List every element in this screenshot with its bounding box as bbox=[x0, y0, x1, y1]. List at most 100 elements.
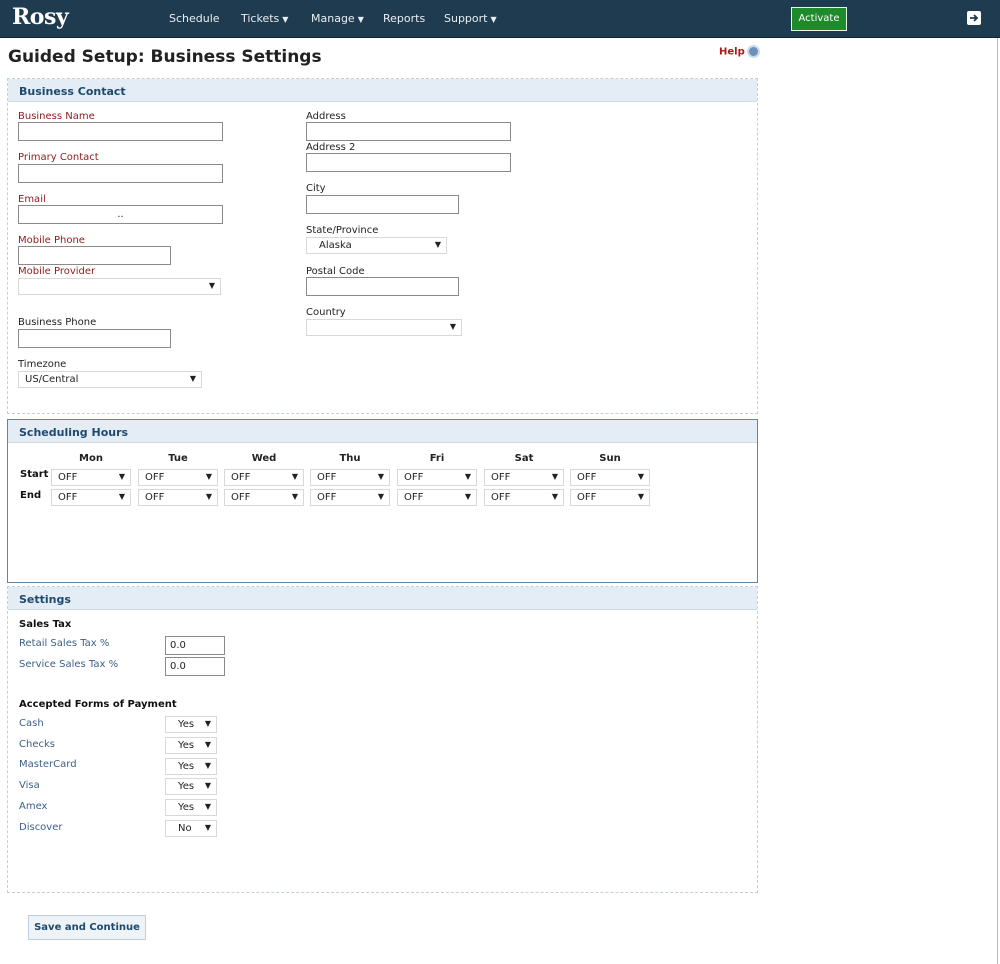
help-link[interactable]: Help bbox=[719, 45, 760, 58]
start-value-thu: OFF bbox=[317, 472, 337, 483]
end-select-mon[interactable]: OFF ▼ bbox=[51, 489, 131, 506]
end-select-sat[interactable]: OFF ▼ bbox=[484, 489, 564, 506]
start-value-fri: OFF bbox=[404, 472, 424, 483]
dropdown-arrow-icon: ▼ bbox=[464, 472, 471, 481]
dropdown-arrow-icon: ▼ bbox=[205, 472, 212, 481]
nav-manage-label: Manage bbox=[311, 12, 355, 25]
activate-button[interactable]: Activate bbox=[791, 7, 847, 31]
end-select-wed[interactable]: OFF ▼ bbox=[224, 489, 304, 506]
timezone-value: US/Central bbox=[25, 374, 79, 385]
dropdown-arrow-icon: ▼ bbox=[118, 492, 125, 501]
end-select-tue[interactable]: OFF ▼ bbox=[138, 489, 218, 506]
dropdown-arrow-icon: ▼ bbox=[204, 823, 211, 832]
dropdown-arrow-icon: ▼ bbox=[291, 472, 298, 481]
start-value-mon: OFF bbox=[58, 472, 78, 483]
dropdown-arrow-icon: ▼ bbox=[449, 322, 456, 331]
nav-manage[interactable]: Manage ▼ bbox=[311, 12, 364, 25]
dropdown-arrow-icon: ▼ bbox=[208, 281, 215, 290]
mobile-phone-label: Mobile Phone bbox=[18, 235, 85, 246]
business-phone-label: Business Phone bbox=[18, 317, 97, 328]
save-and-continue-button[interactable]: Save and Continue bbox=[28, 915, 146, 940]
start-value-sun: OFF bbox=[577, 472, 597, 483]
caret-down-icon: ▼ bbox=[282, 15, 289, 24]
dropdown-arrow-icon: ▼ bbox=[637, 492, 644, 501]
payment-label-visa: Visa bbox=[19, 780, 40, 791]
dropdown-arrow-icon: ▼ bbox=[189, 374, 196, 383]
help-label: Help bbox=[719, 46, 745, 58]
payment-select-cash[interactable]: Yes ▼ bbox=[165, 716, 217, 733]
nav-schedule[interactable]: Schedule bbox=[169, 12, 220, 25]
retail-tax-input[interactable] bbox=[165, 636, 225, 655]
page-title: Guided Setup: Business Settings bbox=[8, 47, 322, 67]
nav-reports[interactable]: Reports bbox=[383, 12, 425, 25]
nav-tickets-label: Tickets bbox=[241, 12, 280, 25]
service-tax-label: Service Sales Tax % bbox=[19, 659, 119, 670]
payment-select-checks[interactable]: Yes ▼ bbox=[165, 737, 217, 754]
payment-select-amex[interactable]: Yes ▼ bbox=[165, 799, 217, 816]
app-logo[interactable]: Rosy bbox=[12, 4, 69, 30]
postal-code-input[interactable] bbox=[306, 277, 459, 296]
postal-code-label: Postal Code bbox=[306, 266, 365, 277]
nav-schedule-label: Schedule bbox=[169, 12, 220, 25]
payment-select-visa[interactable]: Yes ▼ bbox=[165, 778, 217, 795]
state-label: State/Province bbox=[306, 225, 379, 236]
end-value-tue: OFF bbox=[145, 492, 165, 503]
start-select-mon[interactable]: OFF ▼ bbox=[51, 469, 131, 486]
address2-input[interactable] bbox=[306, 153, 511, 172]
start-select-fri[interactable]: OFF ▼ bbox=[397, 469, 477, 486]
address-input[interactable] bbox=[306, 122, 511, 141]
timezone-label: Timezone bbox=[18, 359, 67, 370]
section-title: Business Contact bbox=[8, 79, 757, 102]
city-input[interactable] bbox=[306, 195, 459, 214]
day-header-tue: Tue bbox=[168, 453, 188, 464]
nav-support[interactable]: Support ▼ bbox=[444, 12, 497, 25]
payment-select-mastercard[interactable]: Yes ▼ bbox=[165, 758, 217, 775]
end-select-thu[interactable]: OFF ▼ bbox=[310, 489, 390, 506]
section-title: Scheduling Hours bbox=[8, 420, 757, 443]
end-select-sun[interactable]: OFF ▼ bbox=[570, 489, 650, 506]
primary-contact-input[interactable] bbox=[18, 164, 223, 183]
payment-label-checks: Checks bbox=[19, 739, 55, 750]
logout-icon[interactable] bbox=[966, 10, 982, 26]
payment-value-discover: No bbox=[178, 823, 192, 834]
start-select-sat[interactable]: OFF ▼ bbox=[484, 469, 564, 486]
end-select-fri[interactable]: OFF ▼ bbox=[397, 489, 477, 506]
retail-tax-label: Retail Sales Tax % bbox=[19, 638, 110, 649]
dropdown-arrow-icon: ▼ bbox=[377, 472, 384, 481]
payment-value-cash: Yes bbox=[178, 719, 195, 730]
mobile-provider-select[interactable]: ▼ bbox=[18, 278, 221, 295]
start-select-sun[interactable]: OFF ▼ bbox=[570, 469, 650, 486]
address-label: Address bbox=[306, 111, 346, 122]
day-header-thu: Thu bbox=[339, 453, 361, 464]
business-name-label: Business Name bbox=[18, 111, 95, 122]
payment-label-amex: Amex bbox=[19, 801, 48, 812]
day-header-wed: Wed bbox=[251, 453, 277, 464]
payment-select-discover[interactable]: No ▼ bbox=[165, 820, 217, 837]
city-label: City bbox=[306, 183, 326, 194]
service-tax-input[interactable] bbox=[165, 657, 225, 676]
top-navbar: Rosy Schedule Tickets ▼ Manage ▼ Reports S… bbox=[0, 0, 1000, 38]
section-title: Settings bbox=[8, 587, 757, 610]
state-select[interactable]: Alaska ▼ bbox=[306, 237, 447, 254]
business-phone-input[interactable] bbox=[18, 329, 171, 348]
country-select[interactable]: ▼ bbox=[306, 319, 462, 336]
payment-value-visa: Yes bbox=[178, 781, 195, 792]
payment-value-checks: Yes bbox=[178, 740, 195, 751]
dropdown-arrow-icon: ▼ bbox=[205, 492, 212, 501]
nav-tickets[interactable]: Tickets ▼ bbox=[241, 12, 288, 25]
business-name-input[interactable] bbox=[18, 122, 223, 141]
day-header-fri: Fri bbox=[429, 453, 445, 464]
end-value-sun: OFF bbox=[577, 492, 597, 503]
start-select-tue[interactable]: OFF ▼ bbox=[138, 469, 218, 486]
email-input[interactable] bbox=[18, 205, 223, 224]
start-select-wed[interactable]: OFF ▼ bbox=[224, 469, 304, 486]
primary-contact-label: Primary Contact bbox=[18, 152, 99, 163]
mobile-provider-label: Mobile Provider bbox=[18, 266, 96, 277]
start-select-thu[interactable]: OFF ▼ bbox=[310, 469, 390, 486]
end-value-mon: OFF bbox=[58, 492, 78, 503]
timezone-select[interactable]: US/Central ▼ bbox=[18, 371, 202, 388]
start-value-tue: OFF bbox=[145, 472, 165, 483]
country-label: Country bbox=[306, 307, 346, 318]
mobile-phone-input[interactable] bbox=[18, 246, 171, 265]
start-row-label: Start bbox=[20, 469, 49, 480]
